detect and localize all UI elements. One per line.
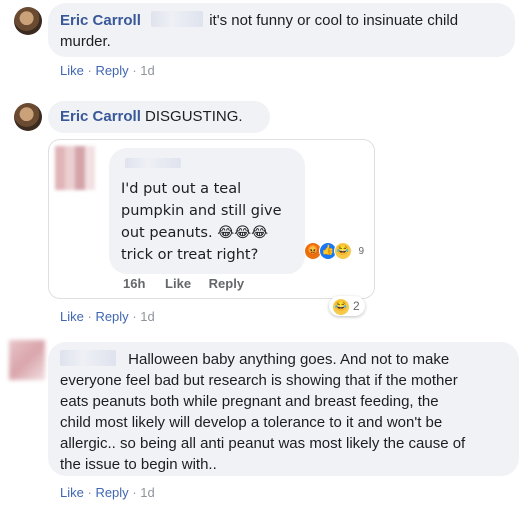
reaction-count: 2 xyxy=(353,299,360,313)
image-reply: Reply xyxy=(208,276,245,291)
like-link[interactable]: Like xyxy=(60,309,84,324)
image-text-line: trick or treat right? xyxy=(121,247,259,263)
comment-actions: Like · Reply · 1d xyxy=(60,63,155,79)
avatar[interactable] xyxy=(14,7,42,35)
laugh-icon: 😂 xyxy=(332,297,350,316)
comment-actions: Like · Reply · 1d xyxy=(60,309,155,325)
comment-text: Halloween baby anything goes. And not to… xyxy=(128,351,450,368)
comment-text: DISGUSTING. xyxy=(145,108,243,125)
image-text-line: pumpkin and still give xyxy=(121,203,282,219)
image-text-line: out peanuts. 😂😂😂 xyxy=(121,225,269,241)
comment-text: the issue to begin with.. xyxy=(60,456,217,473)
timestamp[interactable]: 1d xyxy=(140,309,154,324)
image-timestamp: 16h xyxy=(123,276,146,291)
redacted-name xyxy=(125,158,181,168)
like-link[interactable]: Like xyxy=(60,485,84,500)
image-comment-actions: 16h Like Reply xyxy=(123,276,258,291)
comment-author[interactable]: Eric Carroll xyxy=(60,12,141,29)
comment-text: everyone feel bad but research is showin… xyxy=(60,372,458,389)
image-text-line: I'd put out a teal xyxy=(121,181,242,197)
comment-text: murder. xyxy=(60,33,111,50)
avatar[interactable] xyxy=(9,340,45,380)
redacted-author xyxy=(60,350,116,366)
comment-actions: Like · Reply · 1d xyxy=(60,485,155,501)
comment-author[interactable]: Eric Carroll xyxy=(60,108,141,125)
image-like: Like xyxy=(165,276,192,291)
reply-link[interactable]: Reply xyxy=(95,309,128,324)
comment-bubble: Eric Carroll DISGUSTING. xyxy=(48,101,270,133)
comment-bubble: Eric Carroll it's not funny or cool to i… xyxy=(48,3,515,57)
reply-link[interactable]: Reply xyxy=(95,63,128,78)
reaction-count: 9 xyxy=(358,245,365,257)
timestamp[interactable]: 1d xyxy=(140,485,154,500)
blurred-avatar xyxy=(55,146,95,190)
image-comment-text: I'd put out a teal pumpkin and still giv… xyxy=(121,178,301,266)
timestamp[interactable]: 1d xyxy=(140,63,154,78)
redacted-mention xyxy=(151,11,204,27)
comment-text: allergic.. so being all anti peanut was … xyxy=(60,435,466,452)
avatar[interactable] xyxy=(14,103,42,131)
comment-bubble: Halloween baby anything goes. And not to… xyxy=(48,342,519,476)
like-link[interactable]: Like xyxy=(60,63,84,78)
comment-text: eats peanuts both while pregnant and bre… xyxy=(60,393,439,410)
image-reactions: 😡 👍 😂 9 xyxy=(304,242,365,262)
reaction-summary[interactable]: 😂 2 xyxy=(329,296,365,316)
laugh-icon: 😂 xyxy=(334,242,352,260)
shared-image[interactable]: I'd put out a teal pumpkin and still giv… xyxy=(48,139,375,299)
reply-link[interactable]: Reply xyxy=(95,485,128,500)
comment-text: it's not funny or cool to insinuate chil… xyxy=(209,12,459,29)
comment-text: child most likely will develop a toleran… xyxy=(60,414,443,431)
